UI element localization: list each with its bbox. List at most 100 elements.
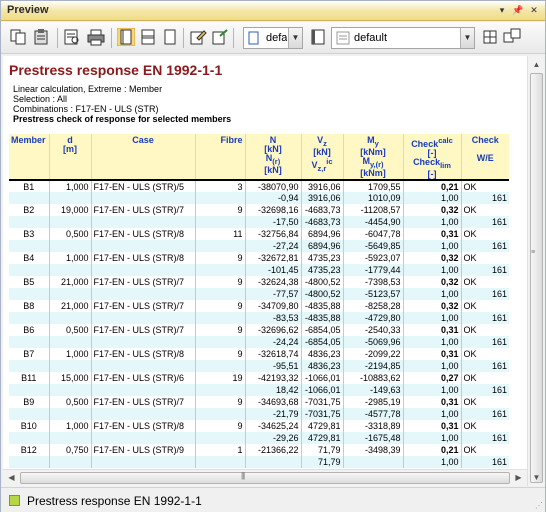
cell-v1: -4683,73 bbox=[301, 204, 344, 216]
paste-icon[interactable] bbox=[33, 28, 51, 46]
cell-empty bbox=[9, 312, 50, 324]
copy-icon[interactable] bbox=[9, 28, 27, 46]
cell-c2: 1,00 bbox=[403, 432, 462, 444]
cell-we: 161 bbox=[461, 360, 509, 372]
cell-ok: OK bbox=[461, 324, 509, 336]
book-icon[interactable] bbox=[309, 28, 327, 46]
cell-n2: -17,50 bbox=[245, 216, 302, 228]
cell-n2: -29,26 bbox=[245, 432, 302, 444]
window-title: Preview bbox=[7, 4, 49, 16]
table-row-secondary: -101,45 4735,23 -1779,44 1,00 161 bbox=[9, 264, 509, 276]
grip-icon: ≡ bbox=[531, 249, 536, 256]
export-icon[interactable] bbox=[211, 28, 229, 46]
scroll-thumb[interactable] bbox=[530, 73, 543, 483]
cell-c2: 1,00 bbox=[403, 264, 462, 276]
layout-a-icon[interactable] bbox=[117, 28, 135, 46]
cell-empty bbox=[91, 432, 196, 444]
cell-n1: -32756,84 bbox=[245, 228, 302, 240]
tile-icon[interactable] bbox=[503, 28, 521, 46]
cell-c1: 0,31 bbox=[403, 396, 462, 408]
cell-n1: -32672,81 bbox=[245, 252, 302, 264]
cell-n2: -101,45 bbox=[245, 264, 302, 276]
cell-c2: 1,00 bbox=[403, 384, 462, 396]
cell-member: B11 bbox=[9, 372, 50, 384]
grid-icon[interactable] bbox=[481, 28, 499, 46]
cell-empty bbox=[91, 456, 196, 468]
cell-n1: -34693,68 bbox=[245, 396, 302, 408]
cell-case: F17-EN - ULS (STR)/7 bbox=[91, 300, 196, 312]
pin-icon[interactable]: 📌 bbox=[511, 3, 525, 17]
print-icon[interactable] bbox=[87, 28, 105, 46]
col-case: Case bbox=[91, 134, 196, 181]
layout-b-icon[interactable] bbox=[139, 28, 157, 46]
scroll-left-icon[interactable]: ◀ bbox=[3, 470, 20, 486]
hscroll-thumb[interactable] bbox=[20, 472, 510, 484]
cell-empty bbox=[195, 384, 246, 396]
report-content: Prestress response EN 1992-1-1 Linear ca… bbox=[3, 56, 527, 486]
cell-empty bbox=[195, 456, 246, 468]
cell-v2: -4683,73 bbox=[301, 216, 344, 228]
cell-empty bbox=[195, 240, 246, 252]
dropdown-icon[interactable]: ▾ bbox=[495, 3, 509, 17]
edit-icon[interactable] bbox=[189, 28, 207, 46]
cell-d: 15,000 bbox=[49, 372, 92, 384]
cell-we: 161 bbox=[461, 456, 509, 468]
close-icon[interactable]: ✕ bbox=[527, 3, 541, 17]
cell-v2: 3916,06 bbox=[301, 192, 344, 204]
cell-case: F17-EN - ULS (STR)/6 bbox=[91, 372, 196, 384]
cell-empty bbox=[49, 192, 92, 204]
scroll-right-icon[interactable]: ▶ bbox=[510, 470, 527, 486]
cell-d: 1,000 bbox=[49, 348, 92, 360]
layout-c-icon[interactable] bbox=[161, 28, 179, 46]
cell-c2: 1,00 bbox=[403, 216, 462, 228]
cell-ok: OK bbox=[461, 204, 509, 216]
cell-we: 161 bbox=[461, 312, 509, 324]
cell-v1: -4800,52 bbox=[301, 276, 344, 288]
scroll-up-icon[interactable]: ▲ bbox=[528, 56, 545, 73]
cell-member: B6 bbox=[9, 324, 50, 336]
table-row-secondary: -21,79 -7031,75 -4577,78 1,00 161 bbox=[9, 408, 509, 420]
resize-grip-icon[interactable]: ⋰ bbox=[535, 501, 543, 510]
cell-n2: -21,79 bbox=[245, 408, 302, 420]
cell-n1: -21366,22 bbox=[245, 444, 302, 456]
cell-c2: 1,00 bbox=[403, 312, 462, 324]
cell-v2: -6854,05 bbox=[301, 336, 344, 348]
cell-m1: -5923,07 bbox=[343, 252, 404, 264]
cell-empty bbox=[9, 192, 50, 204]
template-combo[interactable]: default ▼ bbox=[331, 27, 475, 49]
table-row-secondary: -24,24 -6854,05 -5069,96 1,00 161 bbox=[9, 336, 509, 348]
cell-we: 161 bbox=[461, 432, 509, 444]
chevron-down-icon[interactable]: ▼ bbox=[460, 28, 474, 48]
cell-case: F17-EN - ULS (STR)/8 bbox=[91, 348, 196, 360]
scroll-down-icon[interactable]: ▼ bbox=[528, 469, 545, 486]
cell-c2: 1,00 bbox=[403, 456, 462, 468]
cell-ok: OK bbox=[461, 420, 509, 432]
cell-c1: 0,32 bbox=[403, 276, 462, 288]
cell-v2: 4729,81 bbox=[301, 432, 344, 444]
cell-c1: 0,31 bbox=[403, 420, 462, 432]
cell-d: 21,000 bbox=[49, 276, 92, 288]
cell-v2: 6894,96 bbox=[301, 240, 344, 252]
horizontal-scrollbar[interactable]: ◀ ||| ▶ bbox=[3, 469, 527, 486]
cell-empty bbox=[49, 432, 92, 444]
cell-ok: OK bbox=[461, 396, 509, 408]
cell-v1: 3916,06 bbox=[301, 180, 344, 192]
col-fibre: Fibre bbox=[195, 134, 246, 181]
cell-fibre: 9 bbox=[195, 348, 246, 360]
cell-case: F17-EN - ULS (STR)/5 bbox=[91, 180, 196, 192]
chevron-down-icon[interactable]: ▼ bbox=[288, 28, 302, 48]
col-d: d [m] bbox=[49, 134, 92, 181]
cell-empty bbox=[91, 408, 196, 420]
vertical-scrollbar[interactable]: ▲ ≡ ▼ bbox=[527, 56, 544, 486]
cell-member: B10 bbox=[9, 420, 50, 432]
cell-m1: -2099,22 bbox=[343, 348, 404, 360]
print-preview-icon[interactable] bbox=[63, 28, 81, 46]
cell-we: 161 bbox=[461, 264, 509, 276]
layout-combo[interactable]: defa ▼ bbox=[243, 27, 303, 49]
cell-member: B1 bbox=[9, 180, 50, 192]
table-row: B12 0,750 F17-EN - ULS (STR)/9 1 -21366,22 71… bbox=[9, 444, 509, 456]
cell-n1: -34709,80 bbox=[245, 300, 302, 312]
status-swatch-icon bbox=[9, 495, 20, 506]
cell-empty bbox=[9, 432, 50, 444]
cell-case: F17-EN - ULS (STR)/8 bbox=[91, 228, 196, 240]
